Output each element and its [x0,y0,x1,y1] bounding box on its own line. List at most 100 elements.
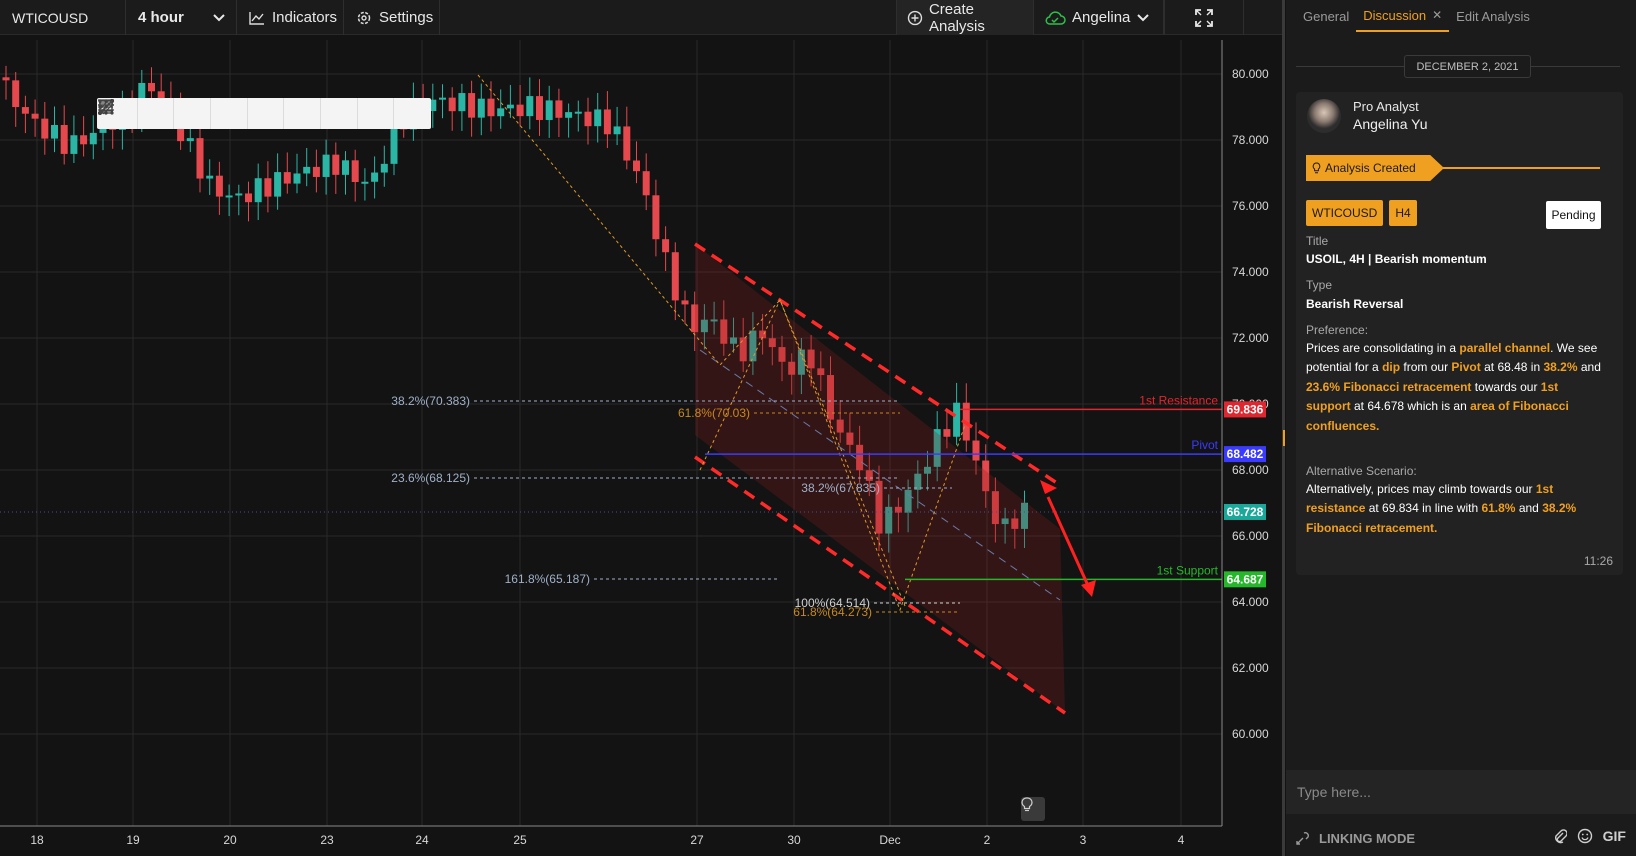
composer-icons: GIF [1553,828,1626,844]
level-label: 1st Resistance [1139,393,1218,407]
rectangle-icon[interactable] [98,98,431,129]
lightbulb-icon [1312,161,1321,173]
create-analysis-label: Create Analysis [928,0,985,35]
indicators-button[interactable]: Indicators [237,0,344,35]
candle-up [89,132,97,145]
interval-label: 4 hour [138,9,184,26]
drawing-toolbar [97,98,431,129]
timeframe-badge: H4 [1389,200,1417,226]
tab-edit-analysis[interactable]: Edit Analysis [1449,0,1537,32]
preference-segment: at 68.48 in [1480,360,1544,375]
y-tick-label: 66.000 [1232,529,1269,543]
type-label: Type [1306,278,1333,292]
y-tick-label: 74.000 [1232,265,1269,279]
candle-up [953,402,961,437]
chart-canvas[interactable]: 1st Resistance Pivot 1st Support 38.2%(70.3… [0,35,1284,856]
panel-splitter[interactable] [1282,0,1285,856]
candle-down [468,93,476,118]
message-input[interactable] [1297,782,1617,802]
user-menu[interactable]: Angelina [1034,0,1164,35]
parallel-channel-icon[interactable] [99,98,358,129]
interval-dropdown[interactable]: 4 hour [126,0,237,35]
preference-segment: parallel channel [1459,341,1551,355]
price-chart[interactable]: 1st Resistance Pivot 1st Support 38.2%(70.3… [0,35,1284,856]
candle-down [623,126,631,161]
paperclip-icon[interactable] [1553,828,1567,844]
candle-up [186,138,194,142]
candle-up [526,96,534,117]
emoji-icon[interactable] [1577,828,1593,844]
price-tag-label: 68.482 [1227,447,1264,461]
trading-app: WTICOUSD 4 hour Indicators Settings Crea… [0,0,1636,856]
top-toolbar: WTICOUSD 4 hour Indicators Settings Crea… [0,0,1284,35]
plus-circle-icon [907,10,923,25]
cloud-check-icon [1045,10,1066,25]
extended-line-icon[interactable] [98,98,322,129]
candle-down [21,107,29,114]
candle-up [497,108,505,117]
candle-up [254,178,262,203]
current-price-label: 66.728 [1227,505,1264,519]
candle-down [662,239,670,253]
preference-segment: at 64.678 which is an [1350,399,1471,414]
y-tick-label: 68.000 [1232,463,1269,477]
candle-up [235,193,243,196]
candle-up [594,109,602,127]
candle-down [196,138,204,179]
message-composer [1286,770,1636,814]
linking-mode-toggle[interactable]: LINKING MODE [1294,829,1415,847]
tab-discussion[interactable]: Discussion ✕ [1356,0,1450,32]
x-tick-label: 20 [223,833,237,847]
horizontal-line-icon[interactable] [98,98,212,129]
x-tick-label: 27 [690,833,704,847]
x-tick-label: 19 [126,833,140,847]
symbol-selector[interactable]: WTICOUSD [0,0,126,35]
alternative-segment: 61.8% [1481,501,1516,516]
tab-edit-analysis-label: Edit Analysis [1456,8,1530,24]
user-label: Angelina [1072,9,1131,26]
candle-down [148,82,155,92]
lightbulb-icon [1021,797,1033,812]
multi-line-icon[interactable] [98,98,175,129]
candle-down [642,171,650,196]
candle-up [303,166,311,174]
title-value: USOIL, 4H | Bearish momentum [1306,252,1487,266]
candle-down [312,166,320,177]
candle-down [2,77,10,81]
fib-label: 161.8%(65.187) [505,572,590,586]
fullscreen-icon [1195,8,1213,27]
linking-icon [1296,832,1309,845]
candle-up [506,104,514,109]
create-analysis-button[interactable]: Create Analysis [896,0,1034,35]
avatar[interactable] [1307,99,1341,133]
level-label: 1st Support [1157,563,1219,577]
trend-line-icon[interactable] [98,98,248,129]
settings-button[interactable]: Settings [344,0,440,35]
pitchfork-icon[interactable] [98,98,395,129]
candle-down [448,97,456,112]
candle-down [487,98,495,117]
y-tick-label: 78.000 [1232,133,1269,147]
preference-segment: 38.2% [1543,360,1578,375]
y-tick-label: 80.000 [1232,67,1269,81]
close-icon[interactable]: ✕ [1432,8,1442,22]
symbol-badge: WTICOUSD [1306,200,1384,226]
gif-button[interactable]: GIF [1603,828,1626,844]
ray-icon[interactable] [98,98,285,129]
candle-down [603,109,611,135]
lightbulb-button[interactable] [1021,797,1045,821]
candle-up [342,160,349,175]
alternative-text: Alternatively, prices may climb towards … [1306,480,1606,538]
candle-up [371,172,379,182]
tab-general[interactable]: General [1286,0,1356,32]
panel-tabs: General Discussion ✕ Edit Analysis [1286,0,1636,32]
candle-down [31,113,39,119]
banner-line [1436,167,1600,169]
analysis-panel: General Discussion ✕ Edit Analysis DECEMB… [1286,0,1636,856]
x-tick-label: 24 [415,833,429,847]
alternative-label: Alternative Scenario: [1306,464,1417,478]
candle-down [80,135,88,145]
preference-segment: from our [1400,360,1452,375]
candle-up [293,173,301,184]
fullscreen-button[interactable] [1164,0,1244,35]
